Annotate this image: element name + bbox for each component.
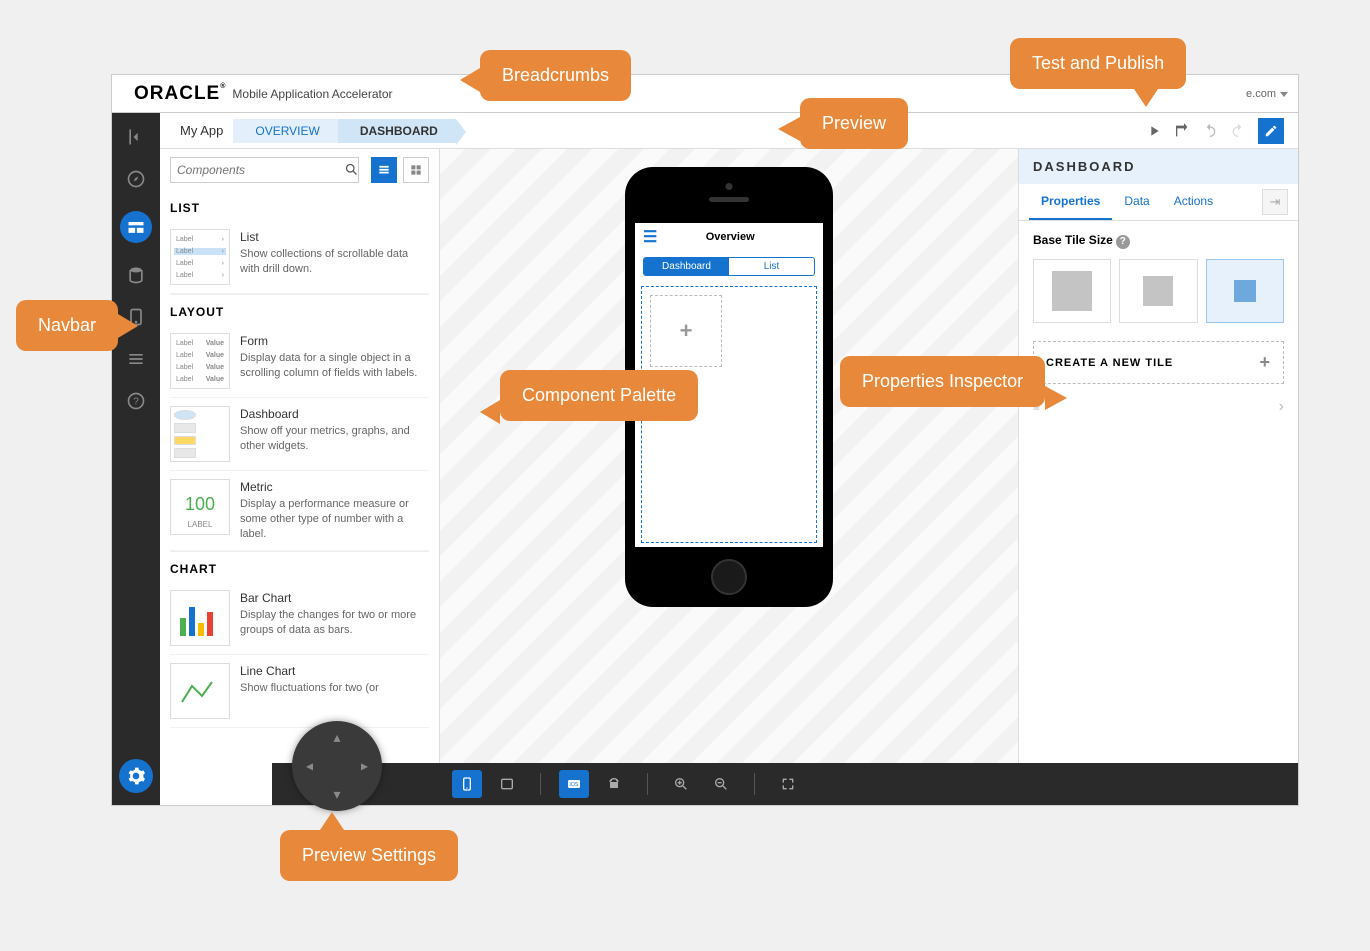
app-body: ? My App OVERVIEW DASHBOARD bbox=[112, 113, 1298, 805]
callout-properties-inspector: Properties Inspector bbox=[840, 356, 1045, 407]
tile-size-medium[interactable] bbox=[1119, 259, 1197, 323]
callout-component-palette: Component Palette bbox=[500, 370, 698, 421]
device-phone-button[interactable] bbox=[452, 770, 482, 798]
component-form[interactable]: LabelValue LabelValue LabelValue LabelVa… bbox=[170, 325, 429, 398]
component-list[interactable]: Label› Label› Label› Label› ListShow col… bbox=[170, 221, 429, 294]
list-icon[interactable] bbox=[126, 349, 146, 369]
crumb-dashboard[interactable]: DASHBOARD bbox=[338, 119, 456, 143]
callout-preview-settings: Preview Settings bbox=[280, 830, 458, 881]
settings-button[interactable] bbox=[119, 759, 153, 793]
tab-data[interactable]: Data bbox=[1112, 184, 1161, 220]
app-subtitle: Mobile Application Accelerator bbox=[232, 87, 392, 101]
app-window: ORACLE® Mobile Application Accelerator e… bbox=[112, 75, 1298, 805]
navbar: ? bbox=[112, 113, 160, 805]
segment-control[interactable]: DashboardList bbox=[643, 257, 815, 276]
chevron-right-icon: › bbox=[1279, 398, 1284, 416]
play-icon[interactable] bbox=[1146, 123, 1162, 139]
zoom-out-button[interactable] bbox=[706, 770, 736, 798]
content: LIST Label› Label› Label› Label› ListSho… bbox=[160, 149, 1298, 805]
section-layout: LAYOUT bbox=[170, 294, 429, 325]
section-list: LIST bbox=[170, 191, 429, 221]
compass-icon[interactable] bbox=[126, 169, 146, 189]
tile-size-options bbox=[1033, 259, 1284, 323]
inspector-row[interactable]: ≡› bbox=[1033, 398, 1284, 416]
svg-text:iOS: iOS bbox=[570, 782, 579, 788]
svg-text:?: ? bbox=[133, 396, 139, 407]
component-dashboard[interactable]: DashboardShow off your metrics, graphs, … bbox=[170, 398, 429, 471]
help-icon[interactable]: ? bbox=[126, 391, 146, 411]
view-list-button[interactable] bbox=[371, 157, 397, 183]
help-icon[interactable]: ? bbox=[1116, 235, 1130, 249]
base-tile-size-label: Base Tile Size? bbox=[1033, 233, 1284, 249]
section-chart: CHART bbox=[170, 551, 429, 582]
toolbar-right bbox=[1146, 118, 1298, 144]
hamburger-icon[interactable]: ☰ bbox=[643, 227, 657, 247]
create-new-tile-button[interactable]: CREATE A NEW TILE+ bbox=[1033, 341, 1284, 384]
component-palette: LIST Label› Label› Label› Label› ListSho… bbox=[160, 149, 440, 805]
redo-icon[interactable] bbox=[1230, 123, 1246, 139]
tab-more-button[interactable]: ⇥ bbox=[1262, 189, 1288, 215]
callout-navbar: Navbar bbox=[16, 300, 118, 351]
undo-icon[interactable] bbox=[1202, 123, 1218, 139]
tile-size-large[interactable] bbox=[1033, 259, 1111, 323]
add-tile-placeholder[interactable]: + bbox=[650, 295, 722, 367]
zoom-in-button[interactable] bbox=[666, 770, 696, 798]
brand-logo: ORACLE® bbox=[112, 83, 232, 105]
callout-preview: Preview bbox=[800, 98, 908, 149]
preview-canvas: ☰ Overview DashboardList + bbox=[440, 149, 1018, 805]
crumb-app[interactable]: My App bbox=[180, 123, 223, 138]
view-grid-button[interactable] bbox=[403, 157, 429, 183]
tab-actions[interactable]: Actions bbox=[1162, 184, 1225, 220]
bottom-toolbar: iOS bbox=[272, 763, 1298, 805]
tile-size-small[interactable] bbox=[1206, 259, 1284, 323]
component-line-chart[interactable]: Line ChartShow fluctuations for two (or bbox=[170, 655, 429, 728]
search-icon bbox=[344, 162, 359, 177]
home-button[interactable] bbox=[711, 559, 747, 595]
component-metric[interactable]: 100LABEL MetricDisplay a performance mea… bbox=[170, 471, 429, 551]
inspector-title: DASHBOARD bbox=[1019, 149, 1298, 184]
fullscreen-button[interactable] bbox=[773, 770, 803, 798]
screen-title: Overview bbox=[663, 231, 815, 243]
crumb-overview[interactable]: OVERVIEW bbox=[233, 119, 337, 143]
publish-icon[interactable] bbox=[1174, 123, 1190, 139]
edit-button[interactable] bbox=[1258, 118, 1284, 144]
breadcrumb: My App OVERVIEW DASHBOARD bbox=[160, 113, 1298, 149]
callout-test-publish: Test and Publish bbox=[1010, 38, 1186, 89]
os-android-button[interactable] bbox=[599, 770, 629, 798]
device-tablet-button[interactable] bbox=[492, 770, 522, 798]
nav-designer[interactable] bbox=[120, 211, 152, 243]
back-icon[interactable] bbox=[126, 127, 146, 147]
properties-inspector: DASHBOARD Properties Data Actions ⇥ Base… bbox=[1018, 149, 1298, 805]
callout-breadcrumbs: Breadcrumbs bbox=[480, 50, 631, 101]
search-input[interactable] bbox=[170, 157, 359, 183]
dpad-control[interactable]: ▴▾◂▸ bbox=[292, 721, 382, 811]
database-icon[interactable] bbox=[126, 265, 146, 285]
user-menu[interactable]: e.com bbox=[1246, 88, 1298, 100]
os-ios-button[interactable]: iOS bbox=[559, 770, 589, 798]
tab-properties[interactable]: Properties bbox=[1029, 184, 1112, 220]
main: My App OVERVIEW DASHBOARD bbox=[160, 113, 1298, 805]
component-bar-chart[interactable]: Bar ChartDisplay the changes for two or … bbox=[170, 582, 429, 655]
